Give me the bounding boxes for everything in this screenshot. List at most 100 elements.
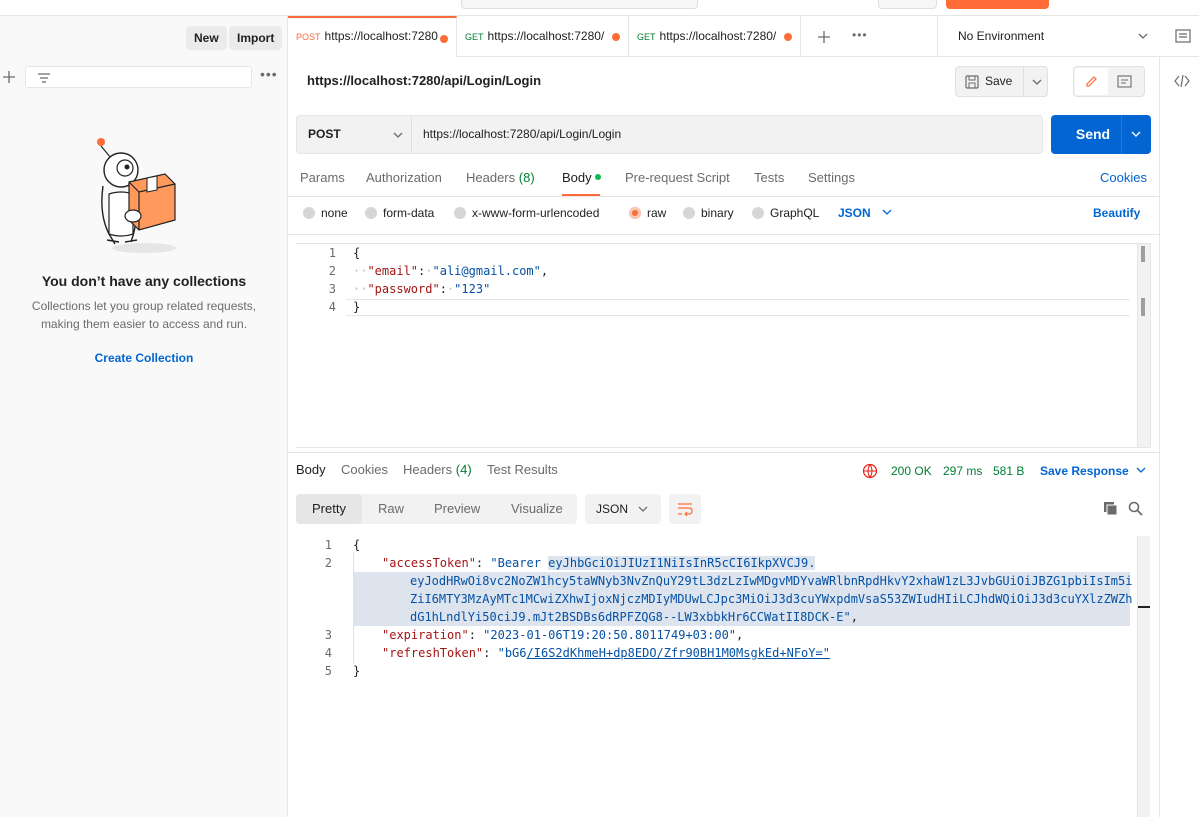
tab-request-3[interactable]: GET https://localhost:7280/	[629, 16, 801, 57]
method-label: POST	[308, 127, 341, 141]
wrap-lines-button[interactable]	[669, 494, 701, 524]
request-body-editor[interactable]: 1 2 3 4 { ··"email":·"ali@gmail.com", ··…	[296, 243, 1151, 448]
editor-scrollbar[interactable]	[1137, 244, 1150, 447]
empty-title: You don’t have any collections	[41, 273, 247, 289]
tab-request-2[interactable]: GET https://localhost:7280/	[457, 16, 629, 57]
json-value: /I6S2dKhmeH+dp8EDO/Zfr90BH1M0MsgkEd+NFoY…	[526, 646, 830, 660]
json-key: "email"	[367, 264, 419, 278]
tab-body[interactable]: Body	[562, 170, 602, 185]
response-size[interactable]: 581 B	[993, 464, 1024, 478]
response-time[interactable]: 297 ms	[943, 464, 982, 478]
language-select[interactable]: JSON	[838, 206, 892, 220]
environment-label: No Environment	[958, 29, 1045, 43]
request-tabs-bar: POST https://localhost:7280 GET https://lo…	[288, 16, 1199, 57]
tab-response-headers[interactable]: Headers (4)	[403, 462, 472, 477]
radio-binary[interactable]: binary	[683, 206, 734, 220]
code-line: dG1hLndlYi50ciJ9.mJt2BSDBs6dRPFZQG8--LW3…	[410, 610, 858, 624]
json-key: "refreshToken"	[382, 646, 484, 660]
chevron-down-icon[interactable]	[1032, 79, 1042, 86]
tab-response-body[interactable]: Body	[296, 462, 326, 477]
copy-icon[interactable]	[1103, 501, 1118, 516]
tab-authorization[interactable]: Authorization	[366, 170, 442, 185]
comments-icon[interactable]	[1117, 75, 1132, 88]
tab-url: https://localhost:7280/	[487, 29, 605, 43]
environment-select[interactable]: No Environment	[937, 16, 1173, 57]
line-number: 2	[328, 264, 336, 278]
response-view-modes: Pretty Raw Preview Visualize	[296, 494, 577, 524]
code-snippet-icon[interactable]	[1174, 73, 1190, 89]
import-button[interactable]: Import	[229, 26, 283, 50]
json-value: "2023-01-06T19:20:50.8011749+03:00"	[483, 628, 737, 642]
beautify-link[interactable]: Beautify	[1093, 206, 1140, 220]
code-line: ··"email":·"ali@gmail.com",	[353, 264, 549, 278]
cookies-link[interactable]: Cookies	[1100, 170, 1147, 185]
filter-input[interactable]	[25, 66, 252, 88]
tab-response-headers-count: (4)	[455, 462, 472, 477]
tab-response-cookies[interactable]: Cookies	[341, 462, 388, 477]
response-body-viewer[interactable]: 1 2 3 4 5 { "accessToken": "Bearer eyJhb…	[296, 536, 1151, 817]
send-button[interactable]: Send	[1051, 115, 1151, 154]
radio-form-data[interactable]: form-data	[365, 206, 434, 220]
view-pretty[interactable]: Pretty	[296, 494, 362, 524]
save-button[interactable]: Save	[955, 66, 1048, 97]
tab-request-1[interactable]: POST https://localhost:7280	[288, 16, 457, 57]
new-button[interactable]: New	[186, 26, 227, 50]
radio-graphql[interactable]: GraphQL	[752, 206, 819, 220]
response-scrollbar[interactable]	[1137, 536, 1150, 817]
header-button-edge[interactable]	[878, 0, 937, 9]
globe-warning-icon[interactable]	[862, 463, 878, 479]
status-code[interactable]: 200 OK	[891, 464, 932, 478]
save-response-button[interactable]: Save Response	[1040, 464, 1146, 478]
radio-none[interactable]: none	[303, 206, 348, 220]
more-options-icon[interactable]: •••	[260, 66, 278, 82]
edit-view-toggle	[1073, 66, 1145, 97]
new-tab-plus-icon[interactable]	[817, 30, 831, 44]
upgrade-button-edge[interactable]	[946, 0, 1049, 9]
response-status-bar: 200 OK 297 ms 581 B Save Response	[862, 463, 1152, 481]
json-value: eyJhbGciOiJIUzI1NiIsInR5cCI6IkpXVCJ9.	[548, 556, 816, 570]
create-collection-link[interactable]: Create Collection	[0, 351, 288, 365]
tab-body-label: Body	[562, 170, 592, 185]
code-line: "accessToken": "Bearer eyJhbGciOiJIUzI1N…	[382, 556, 816, 570]
radio-urlencoded[interactable]: x-www-form-urlencoded	[454, 206, 599, 220]
tab-headers-count: (8)	[518, 170, 535, 185]
radio-urlencoded-label: x-www-form-urlencoded	[472, 206, 600, 220]
json-value: "Bearer	[490, 556, 549, 570]
radio-raw[interactable]: raw	[629, 206, 666, 220]
url-input[interactable]: https://localhost:7280/api/Login/Login	[423, 116, 621, 153]
code-line: "refreshToken": "bG6/I6S2dKhmeH+dp8EDO/Z…	[382, 646, 830, 660]
tab-params[interactable]: Params	[300, 170, 345, 185]
chevron-down-icon	[1136, 467, 1146, 473]
tab-tests[interactable]: Tests	[754, 170, 784, 185]
tab-method: POST	[296, 32, 321, 42]
save-icon	[965, 75, 979, 89]
response-format-select[interactable]: JSON	[585, 494, 661, 524]
tab-response-headers-label: Headers	[403, 462, 453, 477]
tab-headers[interactable]: Headers (8)	[466, 170, 535, 185]
json-key: "accessToken"	[382, 556, 476, 570]
tabs-more-icon[interactable]: •••	[852, 28, 868, 42]
tab-settings[interactable]: Settings	[808, 170, 855, 185]
edit-button[interactable]	[1075, 68, 1108, 95]
tab-prerequest-script[interactable]: Pre-request Script	[625, 170, 730, 185]
chevron-down-icon[interactable]	[1131, 131, 1141, 138]
tab-url: https://localhost:7280/	[659, 29, 777, 43]
empty-description-line-2: making them easier to access and run.	[40, 317, 248, 331]
line-number: 2	[324, 556, 332, 570]
chevron-down-icon	[638, 506, 648, 512]
view-raw[interactable]: Raw	[378, 494, 404, 524]
line-number: 5	[324, 664, 332, 678]
tab-method: GET	[465, 32, 484, 42]
plus-icon[interactable]	[2, 70, 16, 84]
view-preview[interactable]: Preview	[434, 494, 480, 524]
environment-quick-look-icon[interactable]	[1175, 28, 1191, 44]
view-visualize[interactable]: Visualize	[511, 494, 563, 524]
search-icon[interactable]	[1128, 501, 1143, 516]
json-value: "bG6	[497, 646, 527, 660]
active-line	[346, 299, 1130, 316]
search-bar-edge[interactable]	[461, 0, 698, 9]
language-label: JSON	[838, 206, 871, 220]
method-select[interactable]: POST	[297, 116, 412, 153]
tab-test-results[interactable]: Test Results	[487, 462, 558, 477]
line-number: 4	[328, 300, 336, 314]
